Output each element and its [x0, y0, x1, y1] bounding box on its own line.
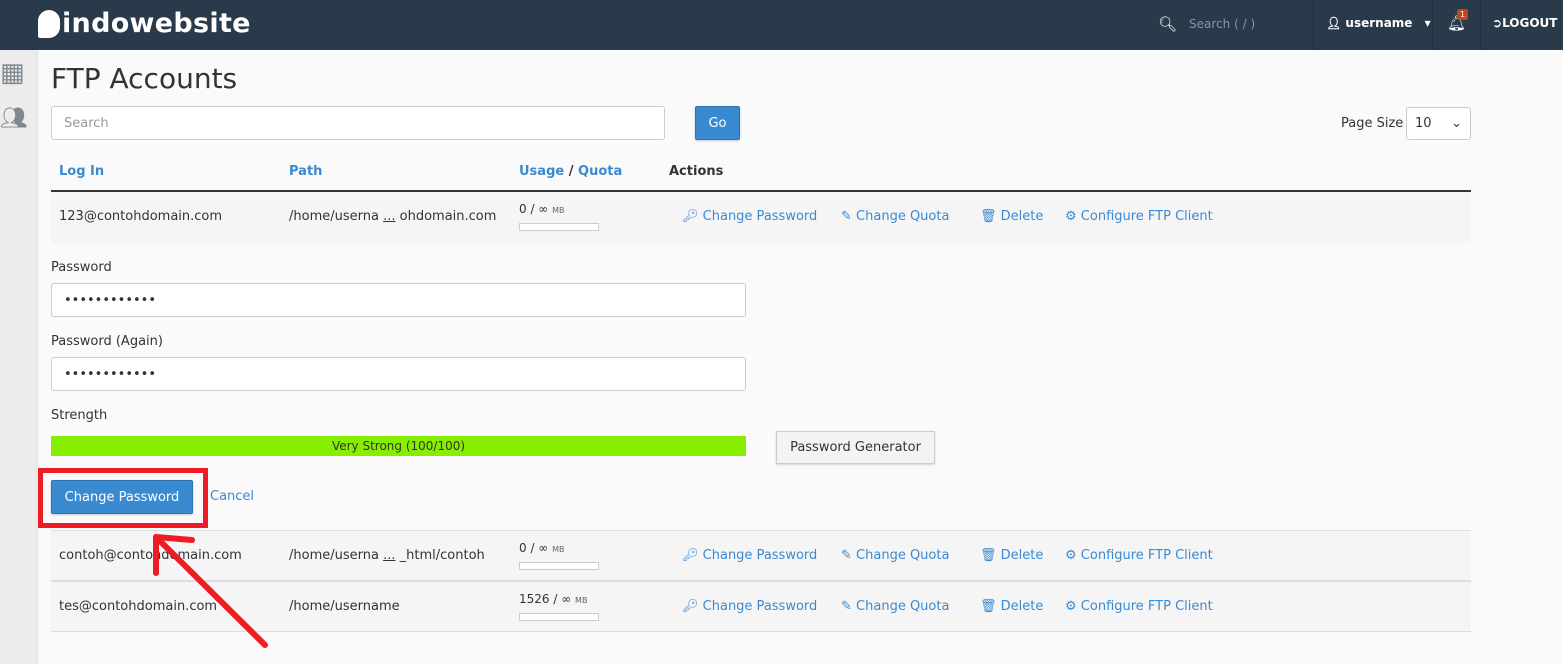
arrow-icon — [153, 534, 268, 648]
annotation-overlay — [38, 468, 268, 648]
highlight-box — [38, 468, 208, 528]
